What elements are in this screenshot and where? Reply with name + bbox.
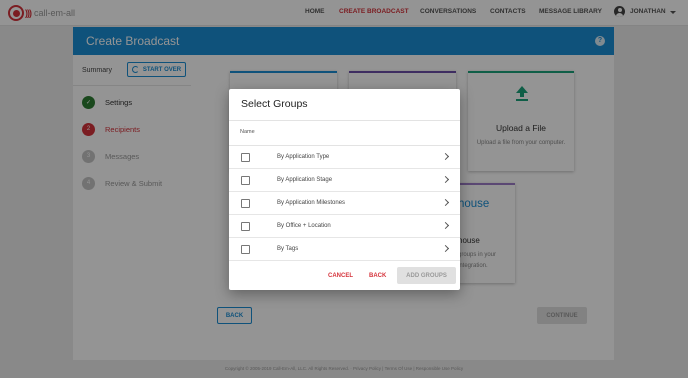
dialog-actions: CANCEL BACK ADD GROUPS [229, 265, 460, 290]
column-header-name[interactable]: Name [240, 129, 255, 135]
group-checkbox[interactable] [241, 199, 250, 208]
group-label: By Tags [277, 246, 299, 252]
group-label: By Office + Location [277, 223, 331, 229]
group-checkbox[interactable] [241, 222, 250, 231]
group-row[interactable]: By Office + Location [229, 215, 460, 238]
group-row[interactable]: By Tags [229, 238, 460, 261]
chevron-right-icon[interactable] [441, 198, 450, 207]
dialog-title: Select Groups [241, 98, 308, 110]
group-label: By Application Stage [277, 177, 333, 183]
group-label: By Application Type [277, 154, 330, 160]
group-checkbox[interactable] [241, 245, 250, 254]
group-row[interactable]: By Application Milestones [229, 192, 460, 215]
group-checkbox[interactable] [241, 153, 250, 162]
group-label: By Application Milestones [277, 200, 346, 206]
select-groups-dialog: Select Groups Name By Application Type B… [229, 89, 460, 290]
add-groups-button[interactable]: ADD GROUPS [397, 267, 456, 284]
chevron-right-icon[interactable] [441, 244, 450, 253]
dialog-back-button[interactable]: BACK [369, 273, 386, 279]
group-checkbox[interactable] [241, 176, 250, 185]
dialog-divider [229, 120, 460, 121]
chevron-right-icon[interactable] [441, 152, 450, 161]
group-row[interactable]: By Application Stage [229, 169, 460, 192]
chevron-right-icon[interactable] [441, 175, 450, 184]
group-row[interactable]: By Application Type [229, 146, 460, 169]
chevron-right-icon[interactable] [441, 221, 450, 230]
cancel-button[interactable]: CANCEL [328, 273, 353, 279]
